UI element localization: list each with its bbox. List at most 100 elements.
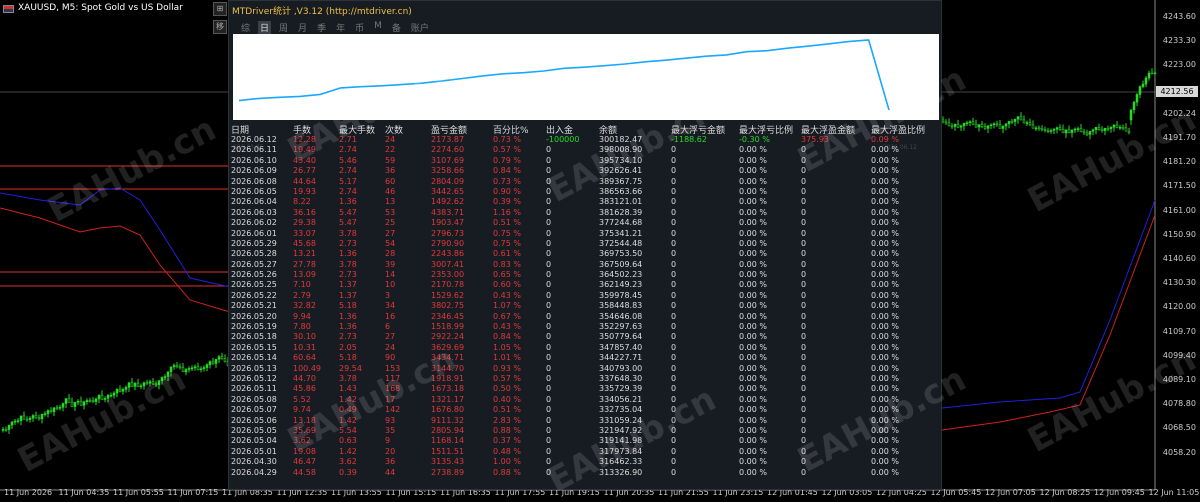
table-cell: 3107.69 [431, 155, 465, 165]
table-cell: 13 [385, 197, 396, 207]
table-row: 2026.04.29 44.58 0.39 44 2738.89 0.88 % 0 31332… [231, 468, 941, 478]
tab-7[interactable]: M [372, 21, 384, 34]
table-row: 2026.05.19 7.80 1.36 6 1518.99 0.43 % 0 352297.… [231, 322, 941, 332]
candle [34, 415, 38, 419]
table-cell: 359978.45 [599, 290, 643, 300]
table-cell: 2026.05.19 [231, 322, 277, 332]
candle [70, 402, 74, 407]
time-axis-label: 12 Jun 07:05 [985, 488, 1036, 497]
candle [1067, 129, 1071, 133]
tab-5[interactable]: 年 [334, 21, 347, 34]
table-cell: 0.00 % [871, 155, 899, 165]
table-cell: 0.00 % [871, 176, 899, 186]
daily-stats-table: 2026.06.12 12.28 2.71 24 2173.87 0.73 % -10000… [231, 135, 941, 478]
table-cell: 0 [671, 176, 677, 186]
candle [1070, 129, 1074, 133]
candle [196, 366, 200, 370]
table-cell: 44.70 [293, 373, 316, 383]
tab-3[interactable]: 月 [296, 21, 309, 34]
table-cell: 0 [546, 353, 552, 363]
table-cell: 2026.06.05 [231, 186, 277, 196]
candle [106, 395, 110, 399]
table-cell: 0.00 % [871, 425, 899, 435]
table-cell: 13.21 [293, 249, 316, 259]
candle [1135, 94, 1139, 103]
table-cell: 0 [801, 436, 807, 446]
candle [52, 407, 56, 412]
tab-1[interactable]: 日 [258, 21, 272, 34]
table-cell: 0 [801, 145, 807, 155]
table-cell: 2026.06.10 [231, 155, 277, 165]
price-axis-label: 4202.24 [1162, 108, 1196, 118]
table-cell: 0 [671, 342, 677, 352]
table-cell: 0 [546, 228, 552, 238]
grid-toggle-button[interactable]: ⊞ [213, 2, 227, 16]
table-cell: 364502.23 [599, 270, 643, 280]
table-cell: 0 [671, 394, 677, 404]
table-cell: 26.77 [293, 166, 316, 176]
move-panel-button[interactable]: 移 [213, 20, 227, 34]
candle [136, 383, 140, 387]
table-cell: 0.00 % [871, 405, 899, 415]
table-cell: 0.00 % [739, 218, 767, 228]
table-cell: 0.00 % [739, 166, 767, 176]
candle [1064, 129, 1068, 134]
tab-0[interactable]: 综 [239, 21, 252, 34]
blue-band-line [941, 199, 1156, 409]
tab-9[interactable]: 账户 [409, 21, 431, 34]
table-cell: 1918.91 [431, 373, 465, 383]
tab-6[interactable]: 币 [353, 21, 366, 34]
candle [1106, 128, 1110, 130]
table-row: 2026.05.29 45.68 2.73 54 2790.90 0.75 % 0 37254… [231, 239, 941, 249]
table-cell: 2026.05.21 [231, 301, 277, 311]
table-cell: 2.05 [339, 342, 357, 352]
table-cell: 0.00 % [739, 425, 767, 435]
table-cell: 153 [385, 363, 401, 373]
table-cell: 0 [546, 280, 552, 290]
table-cell: 1.36 [339, 311, 357, 321]
table-cell: 0.00 % [871, 207, 899, 217]
table-cell: 0.00 % [739, 259, 767, 269]
table-cell: 386563.66 [599, 186, 643, 196]
table-cell: 0.00 % [871, 145, 899, 155]
tab-8[interactable]: 备 [390, 21, 403, 34]
tab-2[interactable]: 周 [277, 21, 290, 34]
table-cell: 142 [385, 405, 401, 415]
candle [1055, 127, 1059, 130]
table-cell: 30.10 [293, 332, 316, 342]
table-cell: 0.75 % [493, 238, 521, 248]
table-cell: 5.18 [339, 301, 357, 311]
candle [1073, 128, 1077, 131]
candle [76, 401, 80, 403]
table-cell: 1.43 [339, 384, 357, 394]
table-cell: 1.00 % [493, 457, 521, 467]
table-cell: 0.40 % [493, 394, 521, 404]
table-cell: 0 [546, 384, 552, 394]
candle [950, 125, 954, 128]
candle [1013, 118, 1017, 122]
table-cell: 16 [385, 311, 396, 321]
table-cell: 0 [801, 166, 807, 176]
table-cell: 3144.70 [431, 363, 465, 373]
table-cell: 28 [385, 249, 396, 259]
table-cell: 331059.24 [599, 415, 643, 425]
table-cell: 0 [546, 457, 552, 467]
table-cell: 2026.05.15 [231, 342, 277, 352]
table-cell: 1168.14 [431, 436, 465, 446]
table-cell: 0.00 % [871, 238, 899, 248]
table-cell: 0 [546, 290, 552, 300]
price-axis-label: 4171.50 [1162, 181, 1196, 191]
table-cell: 1.05 % [493, 342, 521, 352]
candle [16, 420, 20, 422]
table-cell: 0.00 % [739, 155, 767, 165]
table-cell: 0.00 % [871, 373, 899, 383]
candle [73, 402, 77, 407]
table-cell: 0.00 % [871, 332, 899, 342]
tab-4[interactable]: 季 [315, 21, 328, 34]
table-cell: 0 [801, 425, 807, 435]
table-cell: 340793.00 [599, 363, 643, 373]
table-cell: 0 [546, 145, 552, 155]
table-cell: 2.74 [339, 145, 357, 155]
table-cell: 0.39 [339, 467, 357, 477]
table-cell: 0 [546, 186, 552, 196]
